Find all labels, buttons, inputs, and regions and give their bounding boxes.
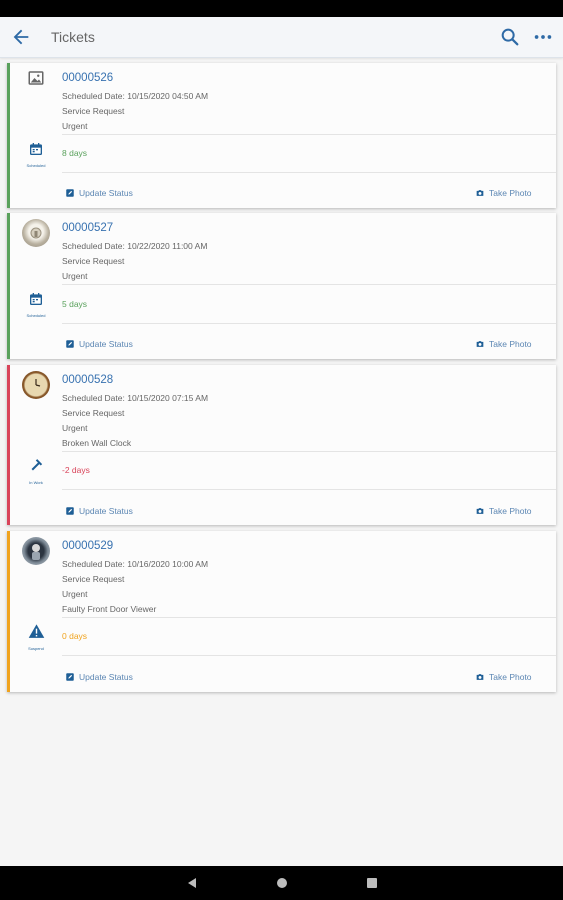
update-status-label: Update Status bbox=[79, 339, 133, 349]
ticket-description: Broken Wall Clock bbox=[62, 438, 132, 448]
ticket-type: Service Request bbox=[62, 574, 125, 584]
ticket-card[interactable]: 00000528 Scheduled Date: 10/15/2020 07:1… bbox=[7, 365, 556, 525]
warning-icon bbox=[28, 624, 44, 638]
back-arrow-icon[interactable] bbox=[10, 26, 32, 48]
divider bbox=[62, 172, 556, 173]
take-photo-button[interactable]: Take Photo bbox=[475, 672, 532, 682]
scheduled-date: Scheduled Date: 10/16/2020 10:00 AM bbox=[62, 559, 209, 569]
ticket-card[interactable]: 00000526 Scheduled Date: 10/15/2020 04:5… bbox=[7, 63, 556, 208]
ticket-id-link[interactable]: 00000526 bbox=[62, 72, 113, 84]
edit-icon bbox=[66, 340, 74, 348]
ticket-priority: Urgent bbox=[62, 121, 88, 131]
status-caption: In Work bbox=[29, 480, 43, 485]
camera-icon bbox=[476, 190, 484, 196]
days-remaining: 0 days bbox=[62, 631, 88, 641]
ticket-thumbnail bbox=[22, 371, 50, 399]
status-color-bar bbox=[7, 63, 10, 208]
edit-icon bbox=[66, 507, 74, 515]
ticket-type: Service Request bbox=[62, 106, 125, 116]
divider bbox=[62, 323, 556, 324]
status-color-bar bbox=[7, 531, 10, 692]
ticket-thumbnail bbox=[22, 537, 50, 565]
edit-icon bbox=[66, 673, 74, 681]
system-nav-bar bbox=[0, 866, 563, 900]
divider bbox=[62, 655, 556, 656]
nav-home-icon[interactable] bbox=[276, 877, 288, 889]
days-remaining: 5 days bbox=[62, 299, 88, 309]
ticket-priority: Urgent bbox=[62, 423, 88, 433]
search-icon[interactable] bbox=[499, 26, 521, 48]
update-status-label: Update Status bbox=[79, 672, 133, 682]
doorknob-icon bbox=[30, 227, 42, 239]
take-photo-button[interactable]: Take Photo bbox=[475, 188, 532, 198]
ticket-id-link[interactable]: 00000527 bbox=[62, 222, 113, 234]
take-photo-label: Take Photo bbox=[489, 339, 532, 349]
status-indicator: Scheduled bbox=[23, 291, 49, 318]
update-status-button[interactable]: Update Status bbox=[65, 506, 133, 516]
status-caption: Scheduled bbox=[26, 313, 46, 318]
more-options-icon[interactable] bbox=[532, 26, 554, 48]
status-bar bbox=[0, 0, 563, 17]
camera-icon bbox=[476, 341, 484, 347]
calendar-icon bbox=[30, 143, 42, 155]
clock-icon bbox=[35, 379, 41, 387]
update-status-label: Update Status bbox=[79, 188, 133, 198]
scheduled-date: Scheduled Date: 10/22/2020 11:00 AM bbox=[62, 241, 208, 251]
ticket-thumbnail bbox=[22, 219, 50, 247]
app-bar: Tickets bbox=[0, 17, 563, 58]
calendar-icon bbox=[30, 293, 42, 305]
divider bbox=[62, 284, 556, 285]
ticket-card[interactable]: 00000527 Scheduled Date: 10/22/2020 11:0… bbox=[7, 213, 556, 359]
status-indicator: Suspend bbox=[23, 623, 49, 651]
days-remaining: 8 days bbox=[62, 148, 88, 158]
update-status-button[interactable]: Update Status bbox=[65, 188, 133, 198]
ticket-type: Service Request bbox=[62, 256, 125, 266]
take-photo-button[interactable]: Take Photo bbox=[475, 339, 532, 349]
status-caption: Scheduled bbox=[26, 163, 46, 168]
ticket-description: Faulty Front Door Viewer bbox=[62, 604, 157, 614]
nav-recents-icon[interactable] bbox=[366, 877, 378, 889]
hammer-icon bbox=[31, 459, 42, 471]
page-title: Tickets bbox=[51, 29, 95, 45]
ticket-priority: Urgent bbox=[62, 589, 88, 599]
divider bbox=[62, 617, 556, 618]
ticket-type: Service Request bbox=[62, 408, 125, 418]
camera-icon bbox=[476, 508, 484, 514]
update-status-button[interactable]: Update Status bbox=[65, 672, 133, 682]
take-photo-label: Take Photo bbox=[489, 672, 532, 682]
scheduled-date: Scheduled Date: 10/15/2020 04:50 AM bbox=[62, 91, 209, 101]
camera-icon bbox=[476, 674, 484, 680]
door-viewer-icon bbox=[32, 544, 40, 560]
update-status-label: Update Status bbox=[79, 506, 133, 516]
scheduled-date: Scheduled Date: 10/15/2020 07:15 AM bbox=[62, 393, 209, 403]
ticket-id-link[interactable]: 00000528 bbox=[62, 374, 113, 386]
status-indicator: Scheduled bbox=[23, 141, 49, 168]
ticket-id-link[interactable]: 00000529 bbox=[62, 540, 113, 552]
take-photo-button[interactable]: Take Photo bbox=[475, 506, 532, 516]
ticket-card[interactable]: 00000529 Scheduled Date: 10/16/2020 10:0… bbox=[7, 531, 556, 692]
divider bbox=[62, 451, 556, 452]
status-caption: Suspend bbox=[28, 646, 44, 651]
days-remaining: -2 days bbox=[62, 465, 90, 475]
divider bbox=[62, 134, 556, 135]
update-status-button[interactable]: Update Status bbox=[65, 339, 133, 349]
divider bbox=[62, 489, 556, 490]
edit-icon bbox=[66, 189, 74, 197]
take-photo-label: Take Photo bbox=[489, 188, 532, 198]
nav-back-icon[interactable] bbox=[186, 877, 198, 889]
ticket-priority: Urgent bbox=[62, 271, 88, 281]
status-color-bar bbox=[7, 365, 10, 525]
status-color-bar bbox=[7, 213, 10, 359]
image-placeholder-icon bbox=[28, 71, 44, 85]
status-indicator: In Work bbox=[23, 457, 49, 485]
take-photo-label: Take Photo bbox=[489, 506, 532, 516]
